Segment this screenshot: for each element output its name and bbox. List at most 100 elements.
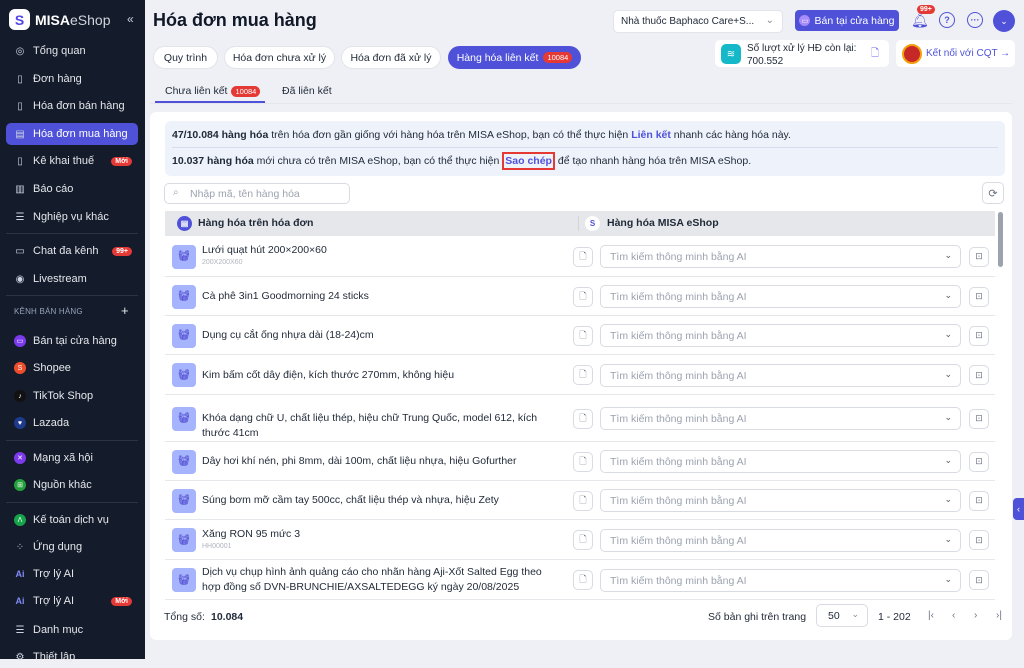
- add-file-icon[interactable]: 🗋: [573, 365, 593, 385]
- copy-link[interactable]: Sao chép: [502, 152, 555, 170]
- sidebar-item[interactable]: ◎ Tổng quan: [6, 40, 138, 62]
- link-item-button[interactable]: ⊡: [969, 286, 989, 307]
- avatar[interactable]: ⌄: [993, 10, 1015, 32]
- expand-panel-button[interactable]: ‹: [1013, 498, 1024, 520]
- sidebar-item[interactable]: ♥ Lazada: [6, 412, 138, 434]
- sidebar-item[interactable]: ▯ Kê khai thuế Mới: [6, 150, 138, 172]
- add-file-icon[interactable]: 🗋: [573, 408, 593, 429]
- sidebar-item[interactable]: ▭ Bán tại cửa hàng: [6, 330, 138, 352]
- add-file-icon[interactable]: 🗋: [573, 286, 593, 307]
- add-channel-button[interactable]: +: [121, 303, 129, 318]
- sidebar-item[interactable]: Λ Kế toán dịch vụ: [6, 509, 138, 531]
- sidebar-item[interactable]: ▯ Hóa đơn bán hàng: [6, 95, 138, 117]
- subtab-da-lien-ket[interactable]: Đã liên kết: [282, 85, 332, 97]
- add-file-icon[interactable]: 🗋: [573, 325, 593, 346]
- document-icon[interactable]: 🗋: [871, 47, 879, 60]
- sidebar-item[interactable]: ⁘ Ứng dụng: [6, 536, 138, 558]
- purchase-invoice-icon: ▤: [15, 128, 25, 140]
- sidebar-item[interactable]: ☰ Danh mục: [6, 619, 138, 641]
- link-item-button[interactable]: ⊡: [969, 490, 989, 511]
- chevron-down-icon: ⌄: [944, 455, 952, 465]
- logo[interactable]: S MISAeShop: [9, 9, 110, 30]
- sidebar-item[interactable]: ▭ Chat đa kênh 99+: [6, 240, 138, 262]
- sidebar-item[interactable]: ✕ Mạng xã hội: [6, 447, 138, 469]
- refresh-button[interactable]: ⟳: [982, 182, 1004, 204]
- sidebar-item[interactable]: ▥ Báo cáo: [6, 178, 138, 200]
- bell-icon[interactable]: 🔔︎: [911, 12, 929, 29]
- link-item-button[interactable]: ⊡: [969, 365, 989, 385]
- per-page-select[interactable]: 50 ⌄: [816, 604, 868, 627]
- more-icon[interactable]: ···: [967, 12, 983, 28]
- help-icon[interactable]: ?: [939, 12, 955, 28]
- subtab-chua-lien-ket[interactable]: Chưa liên kết 10084: [165, 85, 261, 97]
- link-item-button[interactable]: ⊡: [969, 451, 989, 472]
- tab-quy-trinh[interactable]: Quy trình: [153, 46, 218, 69]
- store-select[interactable]: Nhà thuốc Baphaco Care+S... ⌄: [613, 10, 783, 33]
- item-name: Xăng RON 95 mức 3: [202, 528, 301, 540]
- sidebar-item[interactable]: ⊞ Nguồn khác: [6, 474, 138, 496]
- add-file-icon[interactable]: 🗋: [573, 530, 593, 550]
- chevron-down-icon: ⌄: [944, 412, 952, 422]
- link-button[interactable]: Liên kết: [631, 129, 671, 141]
- link-item-button[interactable]: ⊡: [969, 325, 989, 346]
- link-item-button[interactable]: ⊡: [969, 530, 989, 550]
- sidebar-item[interactable]: ◉ Livestream: [6, 268, 138, 290]
- sidebar-item[interactable]: ⚙ Thiết lập: [6, 646, 138, 668]
- item-name: Dụng cụ cắt ống nhựa dài (18-24)cm: [202, 329, 374, 341]
- connect-cqt-button[interactable]: Kết nối với CQT →: [896, 40, 1015, 67]
- apps-icon: ⁘: [15, 541, 25, 553]
- item-name: Dây hơi khí nén, phi 8mm, dài 100m, chất…: [202, 455, 517, 467]
- table-row: 🧺︎ Dụng cụ cắt ống nhựa dài (18-24)cm 🗋 …: [165, 316, 995, 355]
- basket-icon: 🧺︎: [172, 568, 196, 592]
- link-item-button[interactable]: ⊡: [969, 246, 989, 267]
- item-name: Lưới quạt hút 200×200×60: [202, 244, 327, 256]
- basket-icon: 🧺︎: [172, 406, 196, 431]
- ai-search-select[interactable]: Tìm kiếm thông minh bằng AI ⌄: [600, 363, 961, 387]
- add-file-icon[interactable]: 🗋: [573, 246, 593, 267]
- sidebar-item[interactable]: S Shopee: [6, 357, 138, 379]
- link-item-button[interactable]: ⊡: [969, 570, 989, 590]
- dashboard-icon: ◎: [15, 45, 25, 57]
- pos-button[interactable]: ▭ Bán tại cửa hàng: [795, 10, 899, 31]
- chevron-down-icon: ⌄: [944, 290, 952, 300]
- sidebar-item[interactable]: ☰ Nghiệp vụ khác: [6, 206, 138, 228]
- table-row: 🧺︎ Cà phê 3in1 Goodmorning 24 sticks 🗋 T…: [165, 277, 995, 316]
- sidebar-item[interactable]: Ai Trợ lý AI: [6, 563, 138, 585]
- ai-search-select[interactable]: Tìm kiếm thông minh bằng AI ⌄: [600, 324, 961, 347]
- ai-search-select[interactable]: Tìm kiếm thông minh bằng AI ⌄: [600, 407, 961, 430]
- table-row: 🧺︎ Xăng RON 95 mức 3 HH00001 🗋 Tìm kiếm t…: [165, 520, 995, 560]
- table-row: 🧺︎ Dây hơi khí nén, phi 8mm, dài 100m, c…: [165, 442, 995, 481]
- sidebar-item[interactable]: ▯ Đơn hàng: [6, 68, 138, 90]
- collapse-sidebar-button[interactable]: «: [127, 12, 134, 26]
- next-page-button[interactable]: ›: [974, 610, 977, 621]
- item-name: Cà phê 3in1 Goodmorning 24 sticks: [202, 290, 369, 302]
- last-page-button[interactable]: ›|: [996, 610, 1002, 621]
- badge: 99+: [112, 246, 132, 256]
- sidebar-item[interactable]: Ai Trợ lý AI Mới: [6, 590, 138, 612]
- ai-search-select[interactable]: Tìm kiếm thông minh bằng AI ⌄: [600, 285, 961, 308]
- tab-hoa-don-chua-xu-ly[interactable]: Hóa đơn chưa xử lý: [224, 46, 335, 69]
- scrollbar[interactable]: [998, 212, 1003, 267]
- sidebar-item[interactable]: ▤ Hóa đơn mua hàng: [6, 123, 138, 145]
- basket-icon: 🧺︎: [172, 449, 196, 474]
- search-input[interactable]: ⌕ Nhập mã, tên hàng hóa: [164, 183, 350, 204]
- misa-logo-icon: S: [9, 9, 30, 30]
- prev-page-button[interactable]: ‹: [952, 610, 955, 621]
- tab-hoa-don-da-xu-ly[interactable]: Hóa đơn đã xử lý: [341, 46, 441, 69]
- ai-search-select[interactable]: Tìm kiếm thông minh bằng AI ⌄: [600, 245, 961, 268]
- ai-search-select[interactable]: Tìm kiếm thông minh bằng AI ⌄: [600, 489, 961, 512]
- add-file-icon[interactable]: 🗋: [573, 451, 593, 472]
- ai-search-select[interactable]: Tìm kiếm thông minh bằng AI ⌄: [600, 568, 961, 592]
- ai-search-select[interactable]: Tìm kiếm thông minh bằng AI ⌄: [600, 528, 961, 552]
- sidebar-item[interactable]: ♪ TikTok Shop: [6, 385, 138, 407]
- ai-search-select[interactable]: Tìm kiếm thông minh bằng AI ⌄: [600, 450, 961, 473]
- link-item-button[interactable]: ⊡: [969, 408, 989, 429]
- total-count: 10.084: [211, 611, 244, 623]
- count-badge: 10084: [231, 85, 261, 97]
- first-page-button[interactable]: |‹: [928, 610, 934, 621]
- add-file-icon[interactable]: 🗋: [573, 490, 593, 511]
- add-file-icon[interactable]: 🗋: [573, 570, 593, 590]
- invoice-icon: ▤: [177, 216, 192, 231]
- count-badge: 10084: [543, 52, 573, 63]
- tab-hang-hoa-lien-ket[interactable]: Hàng hóa liên kết 10084: [448, 46, 581, 69]
